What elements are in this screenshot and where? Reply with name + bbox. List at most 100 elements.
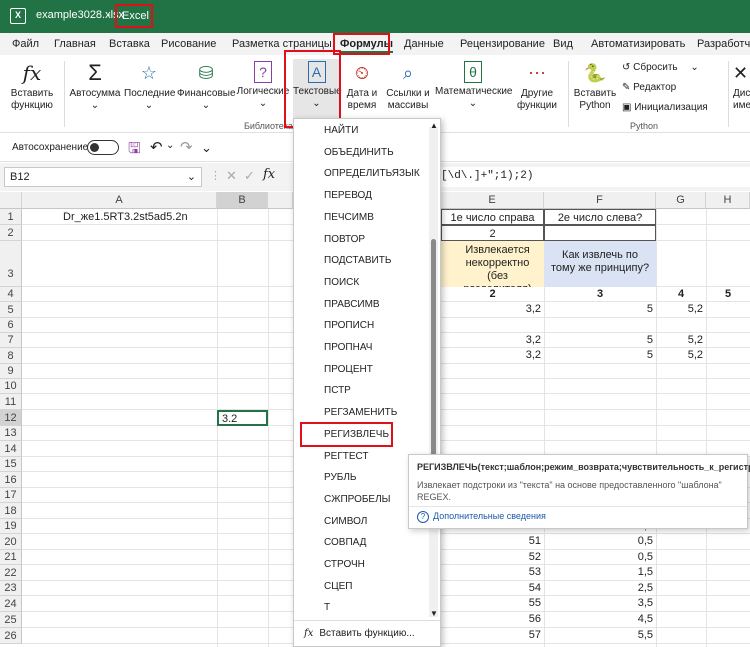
- autosave-toggle[interactable]: [87, 140, 119, 155]
- function-item[interactable]: ПОДСТАВИТЬ: [324, 255, 391, 266]
- col-header-e[interactable]: E: [441, 192, 544, 209]
- cell-e2[interactable]: 2: [441, 225, 544, 241]
- row-header-24[interactable]: 24: [0, 596, 22, 612]
- scroll-up-icon[interactable]: ▲: [430, 121, 438, 130]
- cell-e7[interactable]: 3,2: [441, 333, 544, 348]
- redo-icon[interactable]: ↷: [180, 138, 193, 156]
- function-item[interactable]: СТРОЧН: [324, 559, 365, 570]
- menu-automate[interactable]: Автоматизировать: [591, 38, 685, 50]
- row-header-20[interactable]: 20: [0, 534, 22, 550]
- col-header-f[interactable]: F: [544, 192, 656, 209]
- fx-icon[interactable]: fx: [263, 167, 275, 182]
- autosum-button[interactable]: Σ Автосумма ⌄: [68, 59, 122, 112]
- col-header-c[interactable]: [268, 192, 293, 209]
- name-manager-button[interactable]: ✕ Дисп име: [733, 59, 750, 112]
- function-item[interactable]: ОБЪЕДИНИТЬ: [324, 147, 394, 158]
- menu-review[interactable]: Рецензирование: [460, 38, 545, 50]
- cell-h4[interactable]: 5: [706, 287, 750, 302]
- cancel-icon[interactable]: ✕: [226, 168, 237, 184]
- row-header-17[interactable]: 17: [0, 488, 22, 503]
- select-all-corner[interactable]: [0, 192, 22, 209]
- insert-function-menu-item[interactable]: fx Вставить функцию...: [304, 628, 415, 639]
- cell-f26[interactable]: 5,5: [544, 628, 656, 643]
- cell-f21[interactable]: 0,5: [544, 550, 656, 565]
- function-item[interactable]: ПРОПИСН: [324, 320, 374, 331]
- row-header-5[interactable]: 5: [0, 302, 22, 318]
- row-header-1[interactable]: 1: [0, 209, 22, 225]
- lookup-button[interactable]: ⌕ Ссылки и массивы: [384, 59, 432, 112]
- row-header-23[interactable]: 23: [0, 581, 22, 596]
- financial-button[interactable]: ⛁ Финансовые ⌄: [177, 59, 236, 112]
- row-header-12[interactable]: 12: [0, 410, 22, 426]
- row-header-4[interactable]: 4: [0, 287, 22, 302]
- name-box[interactable]: B12 ⌄: [4, 167, 202, 187]
- function-item[interactable]: ПОИСК: [324, 277, 359, 288]
- col-header-a[interactable]: A: [22, 192, 217, 209]
- row-header-25[interactable]: 25: [0, 612, 22, 628]
- function-item[interactable]: РЕГЗАМЕНИТЬ: [324, 407, 397, 418]
- menu-view[interactable]: Вид: [553, 38, 573, 50]
- row-header-21[interactable]: 21: [0, 550, 22, 565]
- cell-f23[interactable]: 2,5: [544, 581, 656, 596]
- row-header-22[interactable]: 22: [0, 565, 22, 581]
- math-button[interactable]: θ Математические ⌄: [435, 59, 513, 110]
- cell-f8[interactable]: 5: [544, 348, 656, 363]
- row-header-11[interactable]: 11: [0, 394, 22, 410]
- row-header-3[interactable]: 3: [0, 241, 22, 287]
- cell-f25[interactable]: 4,5: [544, 612, 656, 627]
- cell-e3[interactable]: Извлекается некорректно (без разделителя…: [441, 241, 544, 287]
- cell-f2[interactable]: [544, 225, 656, 241]
- col-header-b[interactable]: B: [217, 192, 268, 209]
- tooltip-more-info-link[interactable]: ? Дополнительные сведения: [417, 511, 546, 523]
- cell-f4[interactable]: 3: [544, 287, 656, 302]
- function-item[interactable]: ОПРЕДЕЛИТЬЯЗЫК: [324, 168, 420, 179]
- datetime-button[interactable]: ⏲ Дата и время: [342, 59, 382, 112]
- menu-developer[interactable]: Разработч: [697, 38, 750, 50]
- cell-f22[interactable]: 1,5: [544, 565, 656, 580]
- undo-icon[interactable]: ↶: [150, 138, 163, 156]
- formula-input[interactable]: [\d\.]+";1);2): [436, 167, 750, 187]
- row-header-18[interactable]: 18: [0, 503, 22, 519]
- cell-f1[interactable]: 2е число слева?: [544, 209, 656, 225]
- recent-button[interactable]: ☆ Последние ⌄: [124, 59, 175, 112]
- menu-data[interactable]: Данные: [404, 38, 444, 50]
- row-header-26[interactable]: 26: [0, 628, 22, 644]
- function-item[interactable]: РЕГТЕСТ: [324, 451, 369, 462]
- customize-toolbar-icon[interactable]: ⌄: [201, 140, 212, 156]
- menu-draw[interactable]: Рисование: [161, 38, 216, 50]
- function-item[interactable]: ПРОЦЕНТ: [324, 364, 373, 375]
- cell-g5[interactable]: 5,2: [656, 302, 706, 317]
- cell-e5[interactable]: 3,2: [441, 302, 544, 317]
- row-header-6[interactable]: 6: [0, 318, 22, 333]
- cell-f24[interactable]: 3,5: [544, 596, 656, 611]
- cell-g4[interactable]: 4: [656, 287, 706, 302]
- function-item[interactable]: ПЕЧСИМВ: [324, 212, 374, 223]
- menu-page-layout[interactable]: Разметка страницы: [232, 38, 332, 50]
- row-header-15[interactable]: 15: [0, 457, 22, 472]
- cell-e4[interactable]: 2: [441, 287, 544, 302]
- row-header-8[interactable]: 8: [0, 348, 22, 364]
- menu-file[interactable]: Файл: [12, 38, 39, 50]
- function-item[interactable]: Т: [324, 602, 330, 613]
- scroll-down-icon[interactable]: ▼: [430, 609, 438, 618]
- menu-home[interactable]: Главная: [54, 38, 96, 50]
- cell-e1[interactable]: 1е число справа: [441, 209, 544, 225]
- cell-f3[interactable]: Как извлечь по тому же принципу?: [544, 241, 656, 287]
- cell-e24[interactable]: 55: [441, 596, 544, 611]
- init-button[interactable]: ▣ Инициализация: [622, 102, 708, 113]
- cell-e22[interactable]: 53: [441, 565, 544, 580]
- cell-g8[interactable]: 5,2: [656, 348, 706, 363]
- cell-b12-selected[interactable]: 3.2: [217, 410, 268, 426]
- row-header-10[interactable]: 10: [0, 379, 22, 394]
- row-header-9[interactable]: 9: [0, 364, 22, 379]
- function-item[interactable]: ПОВТОР: [324, 234, 365, 245]
- insert-function-button[interactable]: fx Вставить функцию: [6, 59, 58, 112]
- function-item[interactable]: ПРАВСИМВ: [324, 299, 380, 310]
- col-header-g[interactable]: G: [656, 192, 706, 209]
- logical-button[interactable]: ? Логические ⌄: [236, 59, 290, 110]
- cell-e20[interactable]: 51: [441, 534, 544, 549]
- cell-f7[interactable]: 5: [544, 333, 656, 348]
- chevron-down-icon[interactable]: ⌄: [166, 140, 174, 151]
- check-icon[interactable]: ✓: [244, 168, 255, 184]
- reset-button[interactable]: ↺ Сбросить ⌄: [622, 62, 699, 73]
